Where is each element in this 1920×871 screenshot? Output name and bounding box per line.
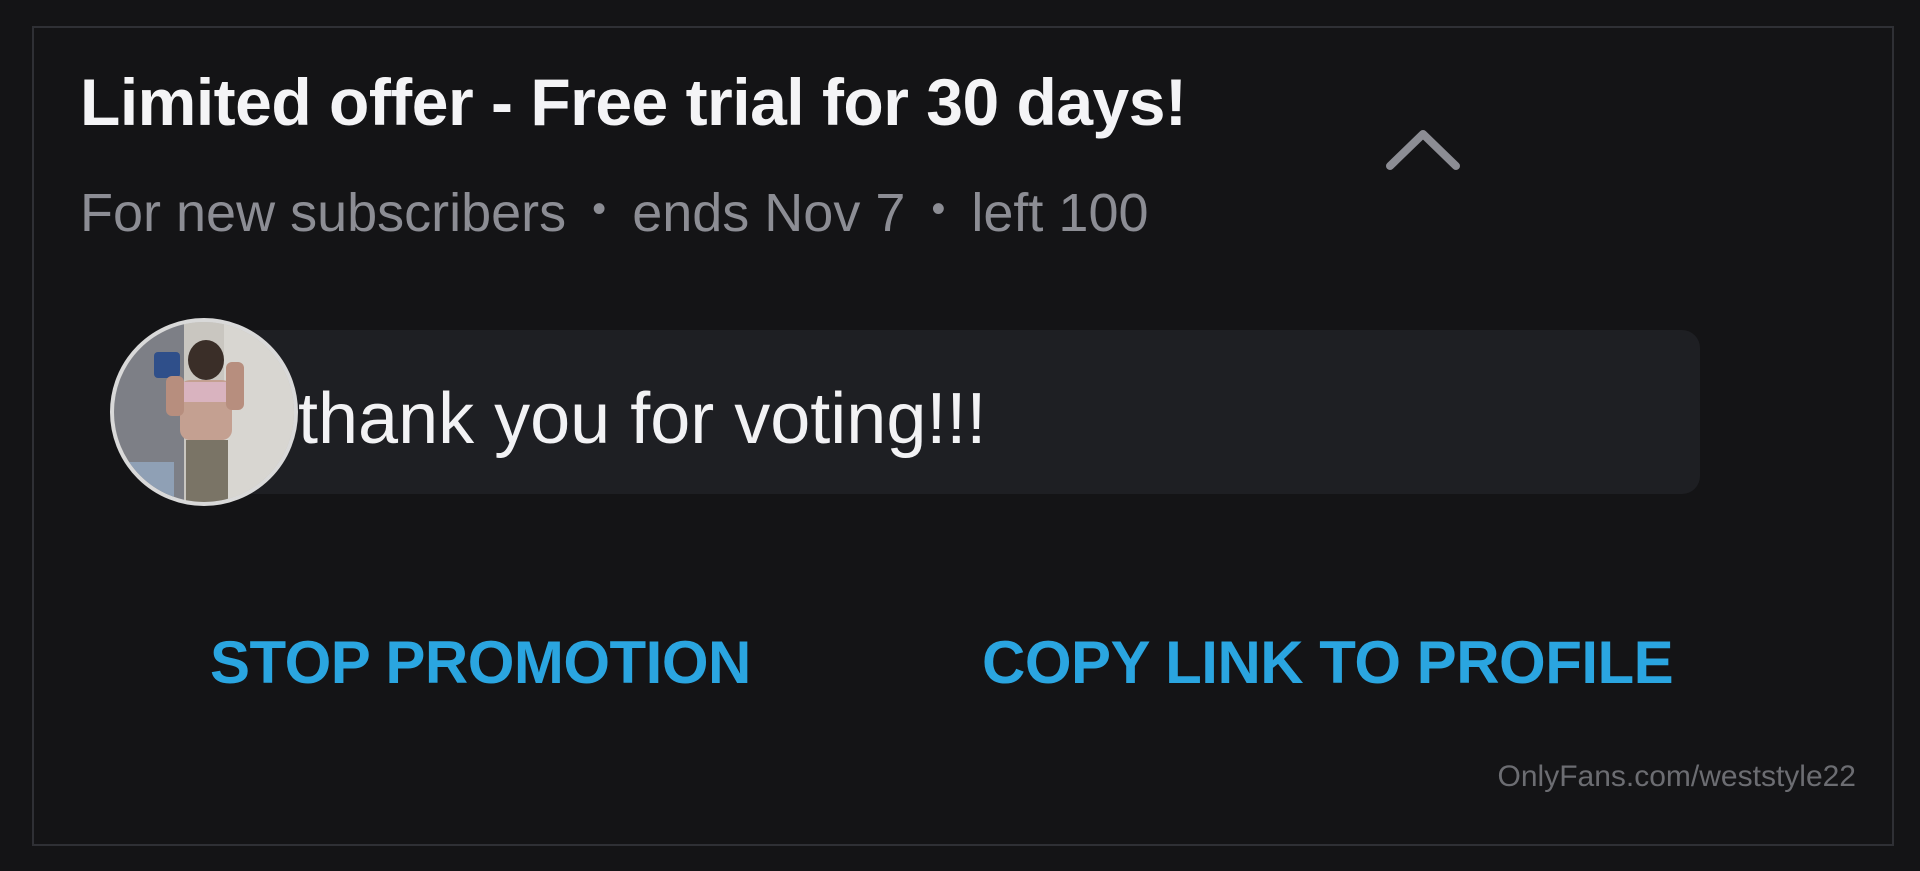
promotion-message: thank you for voting!!! bbox=[80, 318, 1820, 514]
remaining-count-label: left 100 bbox=[971, 183, 1149, 243]
promotion-title: Limited offer - Free trial for 30 days! bbox=[80, 65, 1187, 139]
profile-photo-icon bbox=[114, 322, 294, 502]
separator-dot: • bbox=[931, 186, 946, 231]
stop-promotion-button[interactable]: STOP PROMOTION bbox=[210, 628, 751, 697]
message-text: thank you for voting!!! bbox=[298, 379, 987, 459]
copy-link-button[interactable]: COPY LINK TO PROFILE bbox=[982, 628, 1674, 697]
watermark: OnlyFans.com/weststyle22 bbox=[1497, 760, 1856, 793]
avatar[interactable] bbox=[110, 318, 298, 506]
separator-dot: • bbox=[592, 186, 607, 231]
screen: Limited offer - Free trial for 30 days! … bbox=[0, 0, 1920, 871]
chevron-up-icon[interactable] bbox=[1380, 120, 1466, 180]
promotion-actions: STOP PROMOTION COPY LINK TO PROFILE bbox=[0, 628, 1920, 708]
end-date-label: ends Nov 7 bbox=[632, 183, 906, 243]
audience-label: For new subscribers bbox=[80, 183, 567, 243]
promotion-meta: For new subscribers • ends Nov 7 • left … bbox=[80, 182, 1149, 244]
